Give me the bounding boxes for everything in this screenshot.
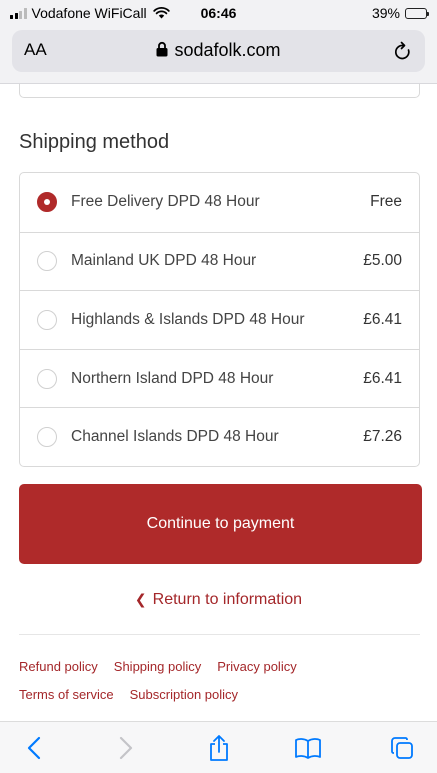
browser-toolbar [0, 721, 437, 773]
shipping-option-price: £5.00 [363, 252, 402, 270]
status-bar: Vodafone WiFiCall 06:46 39% [0, 0, 437, 26]
continue-to-payment-button[interactable]: Continue to payment [19, 484, 422, 564]
radio-button[interactable] [37, 427, 57, 448]
shipping-option-price: Free [370, 193, 402, 211]
shipping-policy-link[interactable]: Shipping policy [114, 659, 201, 674]
previous-section-box [19, 84, 420, 98]
carrier-name: Vodafone WiFiCall [31, 5, 147, 21]
back-icon [27, 736, 41, 760]
wifi-icon [152, 7, 170, 19]
status-left: Vodafone WiFiCall [10, 5, 170, 21]
signal-icon [10, 7, 27, 19]
share-button[interactable] [199, 732, 239, 764]
radio-button[interactable] [37, 309, 57, 330]
tabs-button[interactable] [382, 732, 422, 764]
url-text: sodafolk.com [174, 40, 281, 60]
forward-icon [119, 736, 133, 760]
reload-icon[interactable] [393, 40, 413, 62]
radio-button-selected[interactable] [37, 192, 57, 213]
radio-button[interactable] [37, 368, 57, 389]
radio-button[interactable] [37, 251, 57, 272]
url-display[interactable]: sodafolk.com [12, 40, 425, 61]
shipping-option-label: Mainland UK DPD 48 Hour [71, 252, 257, 270]
shipping-option-highlands-islands[interactable]: Highlands & Islands DPD 48 Hour £6.41 [20, 290, 419, 349]
shipping-options-list: Free Delivery DPD 48 Hour Free Mainland … [19, 172, 420, 467]
shipping-option-label: Northern Island DPD 48 Hour [71, 369, 274, 387]
policy-links: Refund policy Shipping policy Privacy poli… [19, 653, 429, 709]
shipping-option-free-delivery[interactable]: Free Delivery DPD 48 Hour Free [20, 173, 419, 232]
footer-divider [19, 634, 420, 635]
lock-icon [156, 41, 168, 57]
return-to-information-link[interactable]: ❮ Return to information [0, 591, 437, 609]
shipping-option-northern-island[interactable]: Northern Island DPD 48 Hour £6.41 [20, 348, 419, 408]
browser-address-area: AA sodafolk.com [0, 26, 437, 84]
shipping-option-price: £7.26 [363, 428, 402, 446]
subscription-policy-link[interactable]: Subscription policy [130, 687, 238, 702]
back-button[interactable] [14, 732, 54, 764]
forward-button[interactable] [106, 732, 146, 764]
status-right: 39% [371, 5, 429, 21]
shipping-method-title: Shipping method [19, 131, 170, 153]
shipping-option-label: Highlands & Islands DPD 48 Hour [71, 310, 305, 328]
shipping-option-label: Free Delivery DPD 48 Hour [71, 193, 260, 211]
chevron-left-icon: ❮ [134, 591, 147, 607]
refund-policy-link[interactable]: Refund policy [19, 659, 98, 674]
bookmarks-icon [295, 738, 321, 759]
battery-icon [405, 7, 429, 19]
share-icon [210, 735, 228, 761]
shipping-option-channel-islands[interactable]: Channel Islands DPD 48 Hour £7.26 [20, 407, 419, 466]
shipping-option-mainland-uk[interactable]: Mainland UK DPD 48 Hour £5.00 [20, 231, 419, 291]
shipping-option-price: £6.41 [363, 369, 402, 387]
address-bar[interactable]: AA sodafolk.com [12, 30, 425, 72]
battery-percent: 39% [371, 5, 400, 21]
terms-of-service-link[interactable]: Terms of service [19, 687, 114, 702]
privacy-policy-link[interactable]: Privacy policy [217, 659, 296, 674]
shipping-option-label: Channel Islands DPD 48 Hour [71, 428, 279, 446]
return-link-label: Return to information [152, 591, 303, 608]
shipping-option-price: £6.41 [363, 310, 402, 328]
tabs-icon [391, 737, 413, 759]
bookmarks-button[interactable] [288, 732, 328, 764]
